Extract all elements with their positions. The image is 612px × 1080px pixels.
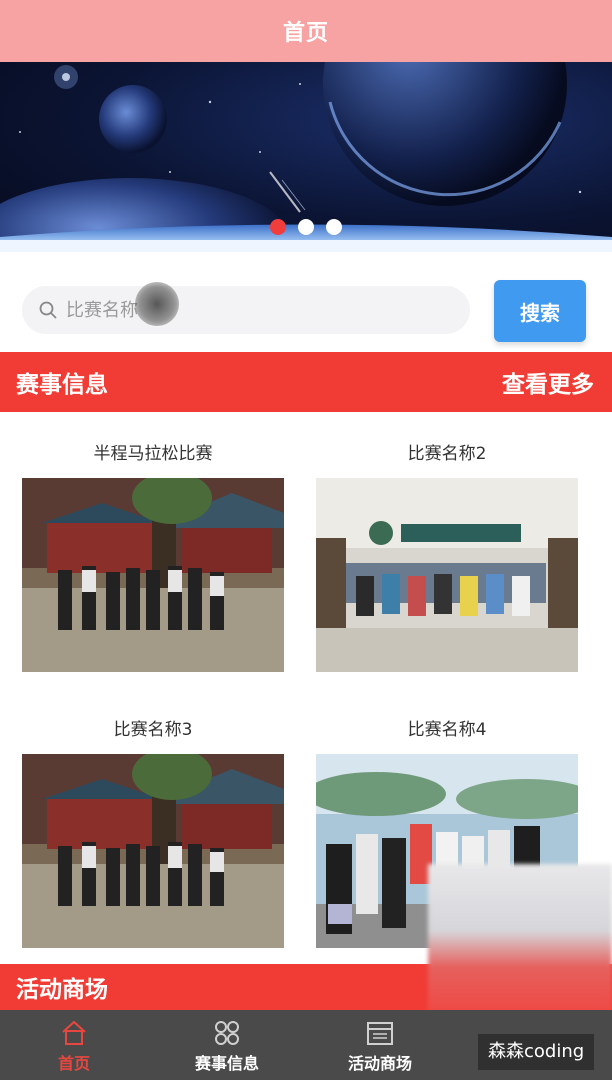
tab-events-label: 赛事信息 — [194, 1054, 259, 1073]
search-field[interactable] — [22, 286, 470, 334]
tab-home[interactable]: 首页 — [24, 1010, 124, 1080]
carousel-dot-2[interactable] — [298, 219, 314, 235]
search-input[interactable] — [66, 299, 426, 321]
tab-events[interactable]: 赛事信息 — [177, 1010, 277, 1080]
carousel-dot-1[interactable] — [270, 219, 286, 235]
tab-home-label: 首页 — [57, 1054, 90, 1073]
home-icon — [62, 1020, 86, 1045]
event-photo — [22, 754, 284, 948]
calendar-icon — [367, 1022, 393, 1045]
event-card-title: 比赛名称3 — [113, 720, 193, 740]
carousel-dot-3[interactable] — [326, 219, 342, 235]
search-bar: 搜索 — [0, 268, 612, 348]
event-card-title: 半程马拉松比赛 — [93, 444, 213, 464]
banner-carousel[interactable] — [0, 62, 612, 252]
event-card[interactable]: 比赛名称3 — [22, 712, 284, 948]
blurred-overlay — [428, 864, 612, 1012]
shop-section-title: 活动商场 — [16, 977, 108, 1003]
event-card[interactable]: 半程马拉松比赛 — [22, 436, 284, 672]
carousel-indicators — [0, 219, 612, 235]
watermark-label: 森森coding — [478, 1034, 595, 1070]
search-button[interactable]: 搜索 — [494, 280, 586, 342]
grid-icon — [215, 1021, 239, 1045]
app-header: 首页 — [0, 0, 612, 62]
search-icon — [39, 301, 57, 319]
event-card-title: 比赛名称2 — [407, 444, 487, 464]
event-photo — [22, 478, 284, 672]
events-section-title: 赛事信息 — [16, 372, 108, 398]
tab-shop-label: 活动商场 — [347, 1054, 412, 1073]
events-section-header: 赛事信息 查看更多 — [0, 352, 612, 412]
touch-indicator — [135, 282, 179, 326]
tab-shop[interactable]: 活动商场 — [330, 1010, 430, 1080]
view-more-link[interactable]: 查看更多 — [502, 365, 594, 399]
page-title: 首页 — [282, 21, 329, 46]
event-card-title: 比赛名称4 — [407, 720, 487, 740]
event-photo — [316, 478, 578, 672]
event-card[interactable]: 比赛名称2 — [316, 436, 578, 672]
